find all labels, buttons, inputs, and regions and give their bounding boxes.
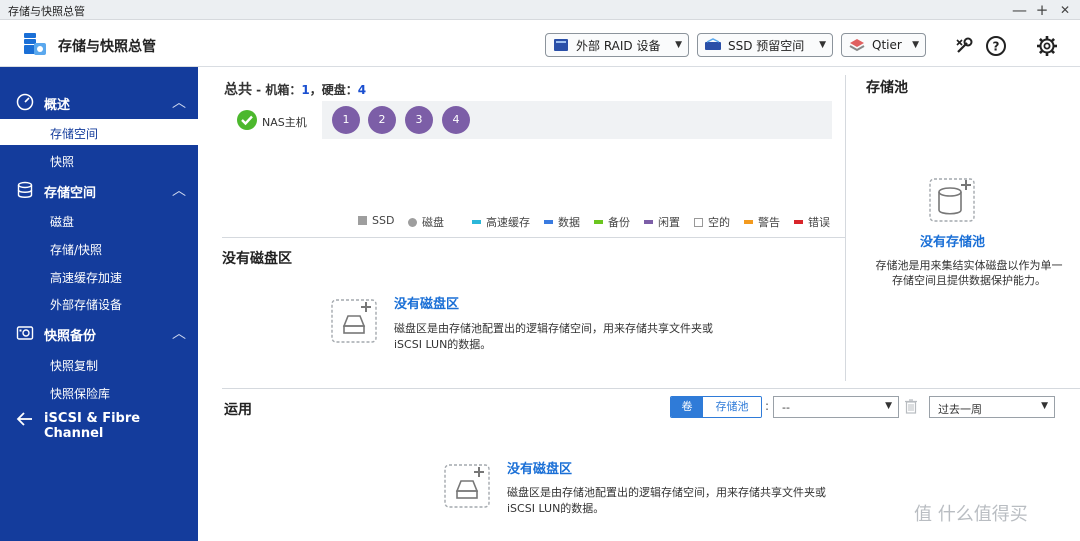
- trash-icon[interactable]: [904, 398, 918, 414]
- enclosure-disk-row: [322, 101, 832, 139]
- chevron-down-icon: ▼: [885, 401, 892, 411]
- disk-slot-2[interactable]: 2: [368, 106, 396, 134]
- no-storage-pool-title[interactable]: 没有存储池: [920, 231, 985, 250]
- snapshot-camera-icon: [16, 326, 34, 340]
- watermark: 值 什么值得买: [914, 504, 1028, 525]
- check-circle-icon: [237, 110, 257, 130]
- maximize-button[interactable]: +: [1035, 1, 1049, 19]
- legend-item-error: 错误: [794, 214, 830, 230]
- sidebar-section-storage[interactable]: 存储空间 ︿: [0, 177, 198, 203]
- disk-slot-1[interactable]: 1: [332, 106, 360, 134]
- volume-pool-toggle: 卷 存储池: [670, 396, 762, 418]
- usage-no-volume-title[interactable]: 没有磁盘区: [507, 458, 572, 477]
- period-select[interactable]: 过去一周 ▼: [929, 396, 1055, 418]
- vertical-divider: [845, 75, 846, 381]
- legend-item-empty: 空的: [694, 214, 730, 230]
- chevron-down-icon: ▼: [819, 40, 826, 50]
- database-icon: [17, 181, 33, 198]
- legend-item-data: 数据: [544, 214, 580, 230]
- sidebar-section-label: 概述: [44, 98, 71, 113]
- no-volume-title[interactable]: 没有磁盘区: [394, 293, 459, 312]
- no-volume-description: 磁盘区是由存储池配置出的逻辑存储空间，用来存储共享文件夹或 iSCSI LUN的…: [394, 322, 713, 351]
- sidebar: 概述 ︿ 存储空间 快照 存储空间 ︿ 磁盘 存储/快照 高速缓存加速 外部存储…: [0, 67, 198, 541]
- legend-item-idle: 闲置: [644, 214, 680, 230]
- volumes-section-title: 没有磁盘区: [222, 251, 292, 267]
- raid-device-icon: [554, 39, 568, 51]
- usage-section-title: 运用: [224, 402, 252, 418]
- ssd-icon: [705, 38, 721, 50]
- qtier-icon: [849, 39, 865, 52]
- sidebar-section-iscsi[interactable]: iSCSI & Fibre Channel: [0, 406, 198, 441]
- sidebar-item-cache-acceleration[interactable]: 高速缓存加速: [0, 263, 198, 289]
- minimize-button[interactable]: —: [1012, 1, 1027, 19]
- ssd-reserve-button[interactable]: SSD 预留空间 ▼: [697, 33, 833, 57]
- sidebar-item-snapshot-vault[interactable]: 快照保险库: [0, 379, 198, 405]
- usage-no-volume-description: 磁盘区是由存储池配置出的逻辑存储空间，用来存储共享文件夹或 iSCSI LUN的…: [507, 486, 826, 515]
- disk-status-legend: SSD 磁盘 高速缓存 数据 备份 闲置 空的 警告 错误: [358, 214, 838, 230]
- chevron-down-icon: ▼: [675, 40, 682, 50]
- disk-slot-3[interactable]: 3: [405, 106, 433, 134]
- window-title: 存储与快照总管: [8, 5, 85, 18]
- qtier-button[interactable]: Qtier ▼: [841, 33, 926, 57]
- window-title-bar: 存储与快照总管 — + ✕: [0, 0, 1080, 20]
- add-storage-pool-icon[interactable]: [928, 175, 976, 223]
- qtier-label: Qtier: [872, 38, 902, 52]
- chevron-up-icon[interactable]: ︿: [172, 180, 186, 200]
- sidebar-section-label: 快照备份: [44, 329, 97, 344]
- sidebar-section-label: 存储空间: [44, 186, 97, 201]
- sidebar-item-external-storage[interactable]: 外部存储设备: [0, 290, 198, 316]
- external-raid-button[interactable]: 外部 RAID 设备 ▼: [545, 33, 689, 57]
- main-content: 总共 - 机箱：1，硬盘：4 NAS主机 1 2 3 4 SSD 磁盘 高速缓存…: [198, 67, 1080, 541]
- app-header: 存储与快照总管 外部 RAID 设备 ▼ SSD 预留空间 ▼ Qtier ▼ …: [0, 20, 1080, 67]
- help-icon[interactable]: ?: [985, 35, 1007, 57]
- app-title: 存储与快照总管: [58, 39, 156, 55]
- storage-pool-description: 存储池是用来集结实体磁盘以作为单一存储空间且提供数据保护能力。: [875, 259, 1063, 287]
- volume-select[interactable]: -- ▼: [773, 396, 899, 418]
- sidebar-section-snapshot-backup[interactable]: 快照备份 ︿: [0, 320, 198, 346]
- dashboard-icon: [16, 93, 34, 111]
- legend-item-cache: 高速缓存: [472, 214, 530, 230]
- sidebar-item-storage-space[interactable]: 存储空间: [0, 119, 198, 145]
- legend-item-hdd: 磁盘: [408, 214, 444, 230]
- iscsi-arrow-icon: [16, 412, 32, 426]
- storage-pool-title: 存储池: [866, 80, 908, 96]
- ssd-reserve-label: SSD 预留空间: [728, 38, 805, 53]
- tools-icon[interactable]: [953, 35, 975, 57]
- separator-colon: :: [765, 399, 770, 413]
- svg-text:?: ?: [993, 40, 1000, 54]
- close-button[interactable]: ✕: [1058, 3, 1072, 17]
- legend-item-warning: 警告: [744, 214, 780, 230]
- sidebar-item-storage-snapshot[interactable]: 存储/快照: [0, 235, 198, 261]
- sidebar-section-label: iSCSI & Fibre Channel: [44, 411, 141, 441]
- sidebar-item-snapshot[interactable]: 快照: [0, 147, 198, 173]
- sidebar-item-snapshot-replica[interactable]: 快照复制: [0, 351, 198, 377]
- chevron-down-icon: ▼: [912, 40, 919, 50]
- section-divider: [222, 388, 1080, 389]
- chevron-up-icon[interactable]: ︿: [172, 323, 186, 343]
- legend-item-ssd: SSD: [358, 214, 394, 227]
- nas-host-label: NAS主机: [262, 116, 307, 129]
- external-raid-label: 外部 RAID 设备: [576, 38, 661, 53]
- tab-storage-pool[interactable]: 存储池: [703, 397, 761, 417]
- legend-item-backup: 备份: [594, 214, 630, 230]
- settings-gear-icon[interactable]: [1036, 35, 1058, 57]
- add-volume-icon[interactable]: [330, 296, 378, 344]
- summary-totals: 总共 - 机箱：1，硬盘：4: [224, 82, 367, 98]
- sidebar-section-overview[interactable]: 概述 ︿: [0, 89, 198, 115]
- tab-volume[interactable]: 卷: [671, 397, 703, 417]
- chevron-down-icon: ▼: [1041, 401, 1048, 411]
- section-divider: [222, 237, 845, 238]
- storage-app-icon: [24, 33, 46, 55]
- sidebar-item-disks[interactable]: 磁盘: [0, 207, 198, 233]
- add-volume-icon[interactable]: [443, 461, 491, 509]
- disk-slot-4[interactable]: 4: [442, 106, 470, 134]
- chevron-up-icon[interactable]: ︿: [172, 92, 186, 112]
